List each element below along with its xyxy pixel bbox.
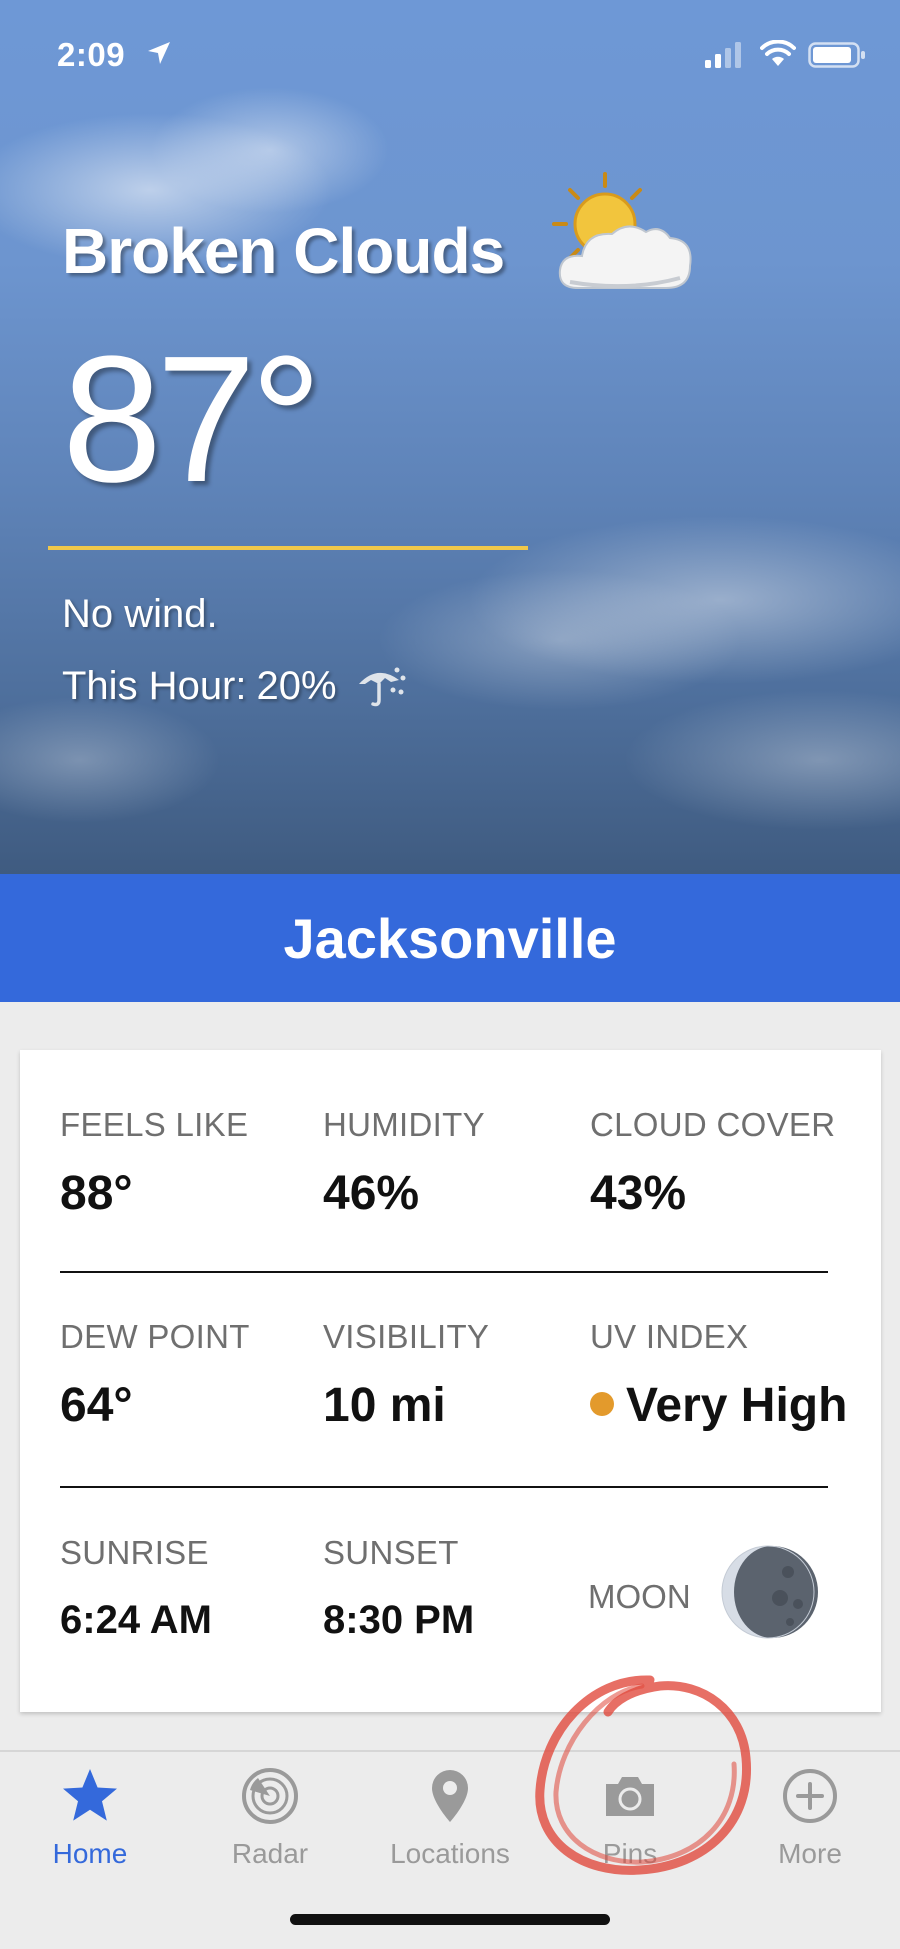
tab-home[interactable]: Home <box>0 1766 180 1896</box>
tab-radar[interactable]: Radar <box>180 1766 360 1896</box>
plus-circle-icon <box>783 1769 837 1823</box>
feels-like-cell: FEELS LIKE 88° <box>60 1106 248 1221</box>
row-divider <box>60 1486 828 1488</box>
tab-home-label: Home <box>52 1838 128 1869</box>
uv-index-cell: UV INDEX Very High <box>590 1318 847 1433</box>
visibility-cell: VISIBILITY 10 mi <box>323 1318 489 1433</box>
battery-icon <box>808 42 865 68</box>
cloud-cover-cell: CLOUD COVER 43% <box>590 1106 835 1221</box>
wifi-icon <box>760 40 796 66</box>
row-divider <box>60 1271 828 1273</box>
sunset-cell: SUNSET 8:30 PM <box>323 1534 474 1643</box>
humidity-value: 46% <box>323 1167 420 1220</box>
tab-radar-label: Radar <box>231 1838 309 1869</box>
status-bar: 2:09 <box>0 0 900 110</box>
moon-label: MOON <box>588 1578 691 1615</box>
cellular-signal-icon <box>705 42 741 68</box>
weather-hero: 2:09 Broken Clouds 87° No wind. This Hou… <box>0 0 900 874</box>
visibility-value: 10 mi <box>323 1379 446 1432</box>
weather-details-card: FEELS LIKE 88° HUMIDITY 46% CLOUD COVER … <box>20 1050 881 1712</box>
temperature-divider <box>48 546 528 550</box>
uv-index-value: Very High <box>626 1379 848 1432</box>
cloud-cover-label: CLOUD COVER <box>590 1106 836 1143</box>
precipitation-line: This Hour: 20% <box>62 662 407 710</box>
tab-more[interactable]: More <box>720 1766 900 1896</box>
cloud-cover-value: 43% <box>590 1167 687 1220</box>
umbrella-rain-icon <box>358 667 406 707</box>
city-banner[interactable]: Jacksonville <box>0 874 900 1002</box>
tab-more-label: More <box>778 1838 842 1869</box>
uv-index-value-row: Very High <box>590 1378 847 1433</box>
status-time: 2:09 <box>57 36 126 73</box>
camera-icon <box>606 1777 654 1816</box>
tab-pins-label: Pins <box>602 1838 658 1869</box>
location-pin-icon <box>432 1770 468 1822</box>
tab-locations[interactable]: Locations <box>360 1766 540 1896</box>
moon-phase-icon <box>721 1545 818 1639</box>
tab-locations-label: Locations <box>390 1838 510 1869</box>
condition-text: Broken Clouds <box>62 215 505 287</box>
city-name: Jacksonville <box>283 906 617 970</box>
sunrise-cell: SUNRISE 6:24 AM <box>60 1534 212 1643</box>
feels-like-label: FEELS LIKE <box>60 1106 249 1143</box>
dew-point-value: 64° <box>60 1379 133 1432</box>
sunrise-label: SUNRISE <box>60 1534 209 1571</box>
humidity-cell: HUMIDITY 46% <box>323 1106 485 1221</box>
home-indicator <box>290 1914 610 1925</box>
dew-point-cell: DEW POINT 64° <box>60 1318 250 1433</box>
radar-icon <box>242 1768 298 1824</box>
visibility-label: VISIBILITY <box>323 1318 490 1355</box>
star-icon <box>63 1769 117 1821</box>
wind-text: No wind. <box>62 592 218 636</box>
precip-value: 20% <box>256 663 337 708</box>
precip-label: This Hour: <box>62 663 247 708</box>
current-temperature: 87° <box>62 319 322 520</box>
sunset-label: SUNSET <box>323 1534 459 1571</box>
sunset-value: 8:30 PM <box>323 1598 475 1642</box>
sunrise-value: 6:24 AM <box>60 1598 212 1642</box>
dew-point-label: DEW POINT <box>60 1318 250 1355</box>
humidity-label: HUMIDITY <box>323 1106 485 1143</box>
partly-cloudy-sun-icon <box>552 172 692 289</box>
tab-pins[interactable]: Pins <box>540 1766 720 1896</box>
feels-like-value: 88° <box>60 1167 133 1220</box>
location-arrow-icon <box>148 42 170 64</box>
uv-level-dot <box>590 1392 614 1417</box>
uv-index-label: UV INDEX <box>590 1318 749 1355</box>
